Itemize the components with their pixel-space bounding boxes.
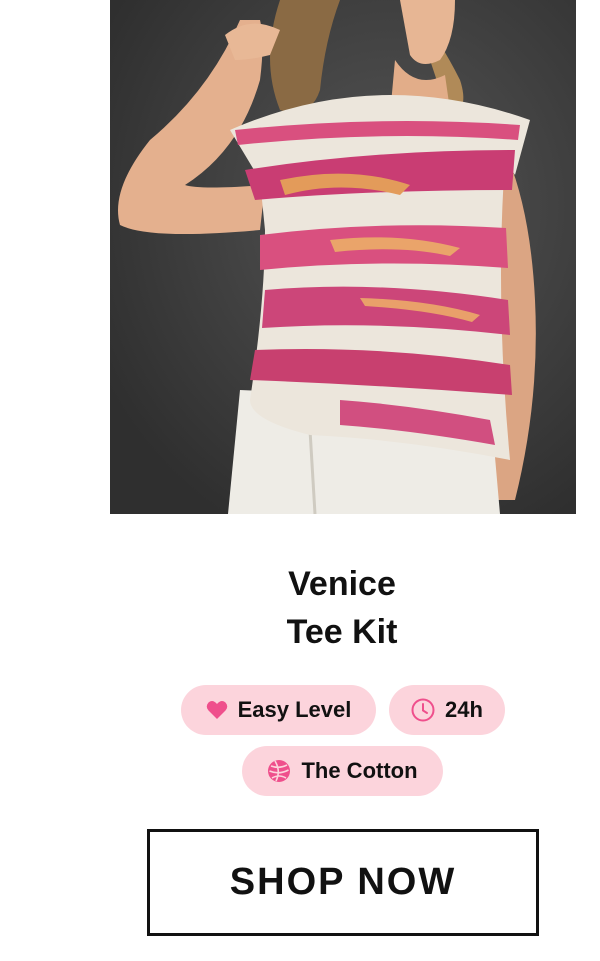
title-line-1: Venice — [288, 565, 396, 603]
yarn-label: The Cotton — [301, 758, 418, 783]
title-line-2: Tee Kit — [286, 613, 398, 651]
time-badge: 24h — [389, 685, 505, 735]
product-photo[interactable] — [110, 0, 576, 514]
level-label: Easy Level — [237, 697, 352, 722]
level-badge: Easy Level — [181, 685, 376, 735]
shop-now-button[interactable]: SHOP NOW — [147, 829, 539, 936]
yarn-ball-icon — [267, 759, 291, 783]
clock-icon — [411, 698, 435, 722]
heart-icon — [206, 700, 228, 720]
product-title: Venice Tee Kit — [0, 560, 600, 656]
time-label: 24h — [445, 697, 483, 722]
yarn-badge: The Cotton — [242, 746, 443, 796]
